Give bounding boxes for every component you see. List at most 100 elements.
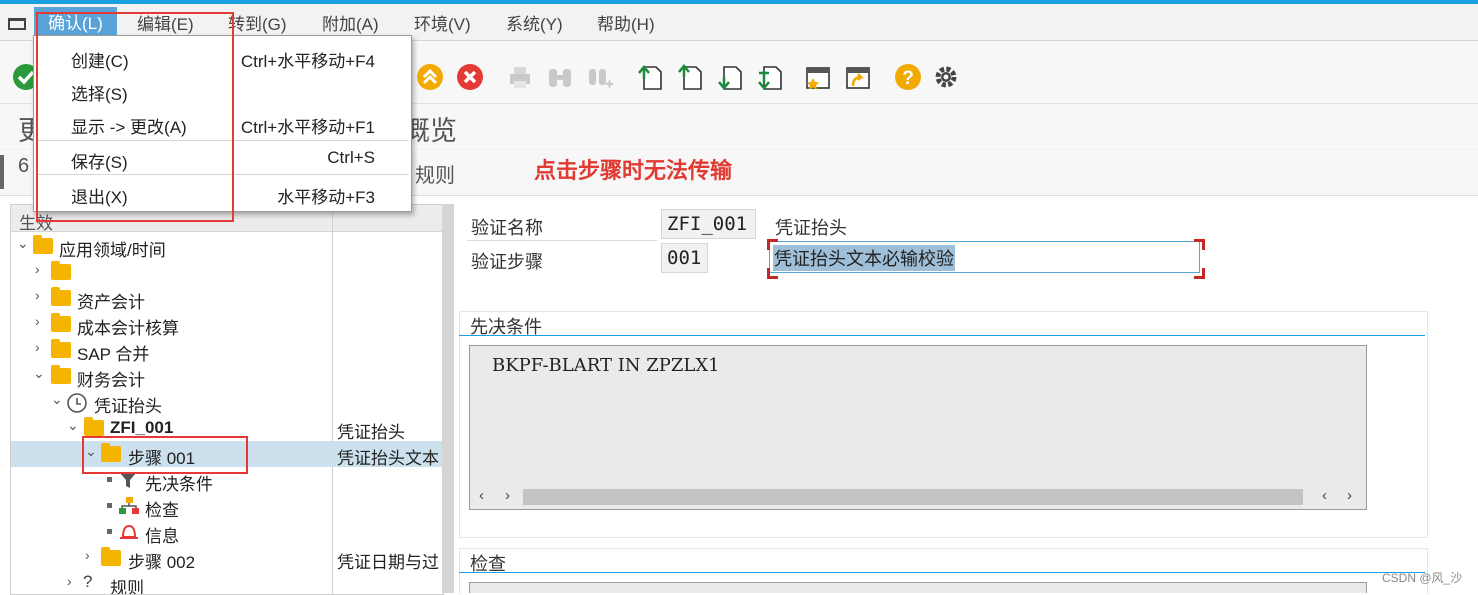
- bookmark-icon[interactable]: [804, 63, 832, 91]
- prerequisite-text-area[interactable]: BKPF-BLART IN ZPZLX1 ‹ › ‹ ›: [469, 345, 1367, 510]
- annotation-highlight-step: [82, 436, 248, 474]
- rules-question-icon: ?: [83, 572, 93, 591]
- alarm-bell-icon: [120, 524, 138, 539]
- tree-node-message[interactable]: 信息: [11, 519, 443, 546]
- menu-item-shortcut: 水平移动+F3: [277, 188, 375, 207]
- cancel-icon[interactable]: [456, 63, 484, 91]
- rules-button[interactable]: 规则: [415, 159, 455, 188]
- find-icon[interactable]: [546, 63, 574, 91]
- clock-icon: [67, 393, 87, 413]
- annotation-highlight-menu: [36, 12, 234, 222]
- menu-goto[interactable]: 转到(G): [228, 10, 287, 35]
- menu-environment[interactable]: 环境(V): [414, 10, 471, 35]
- check-text-area[interactable]: [469, 582, 1367, 593]
- tree-node-label: 应用领域/时间: [59, 241, 166, 260]
- tree-node-label: 财务会计: [77, 371, 145, 390]
- validation-step-label: 验证步骤: [471, 252, 543, 272]
- horizontal-scrollbar[interactable]: ‹ › ‹ ›: [475, 487, 1361, 507]
- label-separator: [467, 240, 657, 241]
- tree-node-label: ZFI_001: [110, 418, 174, 437]
- scroll-right-icon[interactable]: ›: [505, 487, 510, 504]
- validation-name-description: 凭证抬头: [775, 218, 847, 238]
- validation-name-label: 验证名称: [471, 218, 543, 238]
- tree-node-empty[interactable]: ›: [11, 259, 443, 285]
- section-underline: [459, 335, 1425, 336]
- tree-node-step-002[interactable]: › 步骤 002 凭证日期与过: [11, 545, 443, 572]
- tree-node-label: 检查: [145, 501, 179, 520]
- validation-tree: 生效 ⌄ 应用领域/时间 › › 资产会计 › 成本会计核算 › SAP 合并 …: [10, 204, 444, 595]
- bullet-icon: [107, 529, 112, 534]
- print-icon[interactable]: [506, 63, 534, 91]
- scrollbar-thumb[interactable]: [523, 489, 1303, 505]
- tree-node-label: 资产会计: [77, 293, 145, 312]
- folder-icon: [101, 547, 121, 566]
- validation-name-field[interactable]: ZFI_001: [661, 209, 756, 239]
- tree-node-cost-accounting[interactable]: › 成本会计核算: [11, 311, 443, 338]
- folder-open-icon: [51, 365, 71, 384]
- collapse-caret-icon[interactable]: ›: [35, 287, 40, 303]
- expand-caret-icon[interactable]: ⌄: [33, 365, 45, 382]
- collapse-caret-icon[interactable]: ›: [35, 313, 40, 329]
- focus-corner: [1194, 239, 1205, 250]
- expand-caret-icon[interactable]: ⌄: [67, 417, 79, 434]
- focus-corner: [767, 268, 778, 279]
- appbar-left-icon[interactable]: 6: [18, 155, 29, 178]
- open-bookmark-icon[interactable]: [844, 63, 872, 91]
- tree-node-sap-consolidation[interactable]: › SAP 合并: [11, 337, 443, 364]
- folder-icon: [51, 287, 71, 306]
- validation-step-field[interactable]: 001: [661, 243, 708, 273]
- tree-node-application-area[interactable]: ⌄ 应用领域/时间: [11, 233, 443, 260]
- step-description-input[interactable]: 凭证抬头文本必输校验: [769, 241, 1200, 273]
- tree-node-description: 凭证抬头文本: [337, 449, 439, 468]
- previous-page-icon[interactable]: [676, 63, 704, 91]
- find-next-icon[interactable]: [586, 63, 614, 91]
- panel-splitter[interactable]: [442, 204, 454, 593]
- tree-node-label: SAP 合并: [77, 345, 150, 364]
- tree-node-label: 规则: [110, 579, 144, 595]
- settings-icon[interactable]: [932, 63, 960, 91]
- focus-corner: [767, 239, 778, 250]
- tree-node-rules[interactable]: › ? 规则: [11, 571, 443, 595]
- scroll-left-icon[interactable]: ‹: [479, 487, 484, 504]
- tree-node-document-header[interactable]: ⌄ 凭证抬头: [11, 389, 443, 416]
- step-description-text: 凭证抬头文本必输校验: [773, 245, 955, 271]
- expand-caret-icon[interactable]: ⌄: [51, 391, 63, 408]
- tree-node-label: 步骤 002: [128, 553, 196, 572]
- back-icon[interactable]: [416, 63, 444, 91]
- tree-node-description: 凭证日期与过: [337, 553, 439, 572]
- folder-open-icon: [33, 235, 53, 254]
- tree-node-financial-accounting[interactable]: ⌄ 财务会计: [11, 363, 443, 390]
- section-underline: [459, 572, 1425, 573]
- folder-open-icon: [84, 417, 104, 436]
- menu-item-shortcut: Ctrl+S: [327, 148, 375, 167]
- focus-corner: [1194, 268, 1205, 279]
- bullet-icon: [107, 503, 112, 508]
- menu-box-icon[interactable]: [8, 18, 26, 30]
- scroll-left-icon[interactable]: ‹: [1322, 487, 1327, 504]
- help-icon[interactable]: ?: [894, 63, 922, 91]
- collapse-caret-icon[interactable]: ›: [35, 339, 40, 355]
- first-page-icon[interactable]: [636, 63, 664, 91]
- folder-icon: [51, 261, 71, 280]
- folder-icon: [51, 339, 71, 358]
- collapse-caret-icon[interactable]: ›: [35, 261, 40, 277]
- menu-system[interactable]: 系统(Y): [506, 10, 563, 35]
- watermark: CSDN @风_沙: [1382, 571, 1463, 585]
- annotation-note: 点击步骤时无法传输: [534, 158, 733, 183]
- tree-node-description: 凭证抬头: [337, 423, 405, 442]
- menu-help[interactable]: 帮助(H): [597, 10, 655, 35]
- expand-caret-icon[interactable]: ⌄: [17, 235, 29, 252]
- tree-node-label: 凭证抬头: [94, 397, 162, 416]
- collapse-caret-icon[interactable]: ›: [85, 547, 90, 563]
- last-page-icon[interactable]: [756, 63, 784, 91]
- menu-item-shortcut: Ctrl+水平移动+F1: [240, 118, 375, 137]
- next-page-icon[interactable]: [716, 63, 744, 91]
- bullet-icon: [107, 477, 112, 482]
- scroll-right-icon[interactable]: ›: [1347, 487, 1352, 504]
- collapse-caret-icon[interactable]: ›: [67, 573, 72, 589]
- tree-node-asset-accounting[interactable]: › 资产会计: [11, 285, 443, 312]
- appbar-divider: [0, 155, 4, 189]
- tree-node-check[interactable]: 检查: [11, 493, 443, 520]
- menu-extras[interactable]: 附加(A): [322, 10, 379, 35]
- prerequisite-condition: BKPF-BLART IN ZPZLX1: [492, 355, 720, 376]
